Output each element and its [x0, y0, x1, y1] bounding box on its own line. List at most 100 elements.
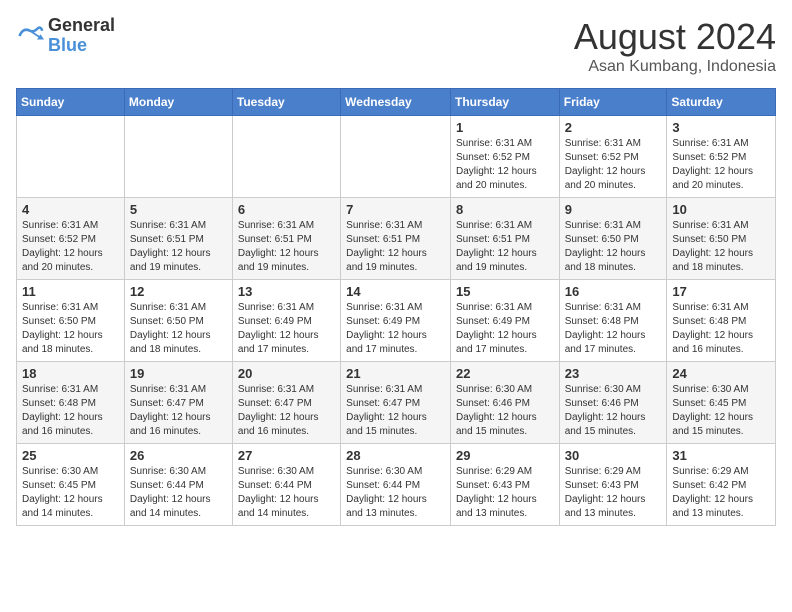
logo-text: General Blue	[48, 16, 115, 56]
logo-icon	[16, 22, 44, 50]
day-of-week-header: Friday	[559, 89, 667, 116]
day-info: Sunrise: 6:31 AM Sunset: 6:50 PM Dayligh…	[672, 219, 770, 275]
day-number: 6	[238, 202, 335, 217]
day-info: Sunrise: 6:31 AM Sunset: 6:52 PM Dayligh…	[22, 219, 119, 275]
day-info: Sunrise: 6:31 AM Sunset: 6:48 PM Dayligh…	[672, 301, 770, 357]
calendar-cell: 30 Sunrise: 6:29 AM Sunset: 6:43 PM Dayli…	[559, 444, 667, 526]
calendar-week-row: 4 Sunrise: 6:31 AM Sunset: 6:52 PM Daylig…	[17, 198, 776, 280]
day-info: Sunrise: 6:30 AM Sunset: 6:44 PM Dayligh…	[346, 465, 445, 521]
day-info: Sunrise: 6:31 AM Sunset: 6:51 PM Dayligh…	[346, 219, 445, 275]
day-number: 12	[130, 284, 227, 299]
day-number: 10	[672, 202, 770, 217]
day-info: Sunrise: 6:30 AM Sunset: 6:44 PM Dayligh…	[238, 465, 335, 521]
day-number: 18	[22, 366, 119, 381]
day-info: Sunrise: 6:31 AM Sunset: 6:49 PM Dayligh…	[346, 301, 445, 357]
calendar-cell: 28 Sunrise: 6:30 AM Sunset: 6:44 PM Dayli…	[341, 444, 451, 526]
day-number: 27	[238, 448, 335, 463]
day-number: 26	[130, 448, 227, 463]
calendar-body: 1 Sunrise: 6:31 AM Sunset: 6:52 PM Daylig…	[17, 116, 776, 526]
day-number: 7	[346, 202, 445, 217]
calendar-cell: 12 Sunrise: 6:31 AM Sunset: 6:50 PM Dayli…	[124, 280, 232, 362]
logo-blue: Blue	[48, 36, 115, 56]
calendar-cell	[124, 116, 232, 198]
title-block: August 2024 Asan Kumbang, Indonesia	[574, 16, 776, 76]
day-info: Sunrise: 6:31 AM Sunset: 6:47 PM Dayligh…	[346, 383, 445, 439]
day-number: 17	[672, 284, 770, 299]
calendar-cell	[232, 116, 340, 198]
day-of-week-header: Monday	[124, 89, 232, 116]
day-number: 19	[130, 366, 227, 381]
page-header: General Blue August 2024 Asan Kumbang, I…	[16, 16, 776, 76]
location: Asan Kumbang, Indonesia	[574, 58, 776, 76]
day-of-week-header: Sunday	[17, 89, 125, 116]
day-info: Sunrise: 6:31 AM Sunset: 6:49 PM Dayligh…	[456, 301, 554, 357]
day-info: Sunrise: 6:31 AM Sunset: 6:50 PM Dayligh…	[22, 301, 119, 357]
month-year: August 2024	[574, 16, 776, 58]
calendar-week-row: 18Sunrise: 6:31 AM Sunset: 6:48 PM Dayli…	[17, 362, 776, 444]
calendar-cell: 6 Sunrise: 6:31 AM Sunset: 6:51 PM Daylig…	[232, 198, 340, 280]
calendar-cell: 25 Sunrise: 6:30 AM Sunset: 6:45 PM Dayli…	[17, 444, 125, 526]
day-info: Sunrise: 6:29 AM Sunset: 6:43 PM Dayligh…	[565, 465, 662, 521]
day-number: 24	[672, 366, 770, 381]
day-number: 23	[565, 366, 662, 381]
day-info: Sunrise: 6:30 AM Sunset: 6:46 PM Dayligh…	[565, 383, 662, 439]
calendar-cell: 29Sunrise: 6:29 AM Sunset: 6:43 PM Dayli…	[450, 444, 559, 526]
calendar-cell: 15 Sunrise: 6:31 AM Sunset: 6:49 PM Dayli…	[450, 280, 559, 362]
calendar-cell: 7 Sunrise: 6:31 AM Sunset: 6:51 PM Daylig…	[341, 198, 451, 280]
day-number: 5	[130, 202, 227, 217]
calendar-cell: 20Sunrise: 6:31 AM Sunset: 6:47 PM Dayli…	[232, 362, 340, 444]
calendar-cell: 13Sunrise: 6:31 AM Sunset: 6:49 PM Dayli…	[232, 280, 340, 362]
day-number: 1	[456, 120, 554, 135]
header-row: SundayMondayTuesdayWednesdayThursdayFrid…	[17, 89, 776, 116]
day-number: 31	[672, 448, 770, 463]
day-number: 8	[456, 202, 554, 217]
day-number: 28	[346, 448, 445, 463]
day-info: Sunrise: 6:31 AM Sunset: 6:52 PM Dayligh…	[456, 137, 554, 193]
calendar-cell: 10 Sunrise: 6:31 AM Sunset: 6:50 PM Dayli…	[667, 198, 776, 280]
day-number: 25	[22, 448, 119, 463]
day-info: Sunrise: 6:30 AM Sunset: 6:46 PM Dayligh…	[456, 383, 554, 439]
calendar-cell	[341, 116, 451, 198]
day-of-week-header: Wednesday	[341, 89, 451, 116]
day-number: 2	[565, 120, 662, 135]
day-info: Sunrise: 6:31 AM Sunset: 6:52 PM Dayligh…	[672, 137, 770, 193]
logo-general: General	[48, 16, 115, 36]
day-info: Sunrise: 6:30 AM Sunset: 6:44 PM Dayligh…	[130, 465, 227, 521]
calendar-cell: 9Sunrise: 6:31 AM Sunset: 6:50 PM Daylig…	[559, 198, 667, 280]
calendar-cell: 17 Sunrise: 6:31 AM Sunset: 6:48 PM Dayli…	[667, 280, 776, 362]
day-info: Sunrise: 6:30 AM Sunset: 6:45 PM Dayligh…	[22, 465, 119, 521]
calendar-week-row: 1 Sunrise: 6:31 AM Sunset: 6:52 PM Daylig…	[17, 116, 776, 198]
day-info: Sunrise: 6:31 AM Sunset: 6:50 PM Dayligh…	[130, 301, 227, 357]
day-info: Sunrise: 6:29 AM Sunset: 6:43 PM Dayligh…	[456, 465, 554, 521]
calendar-cell: 1 Sunrise: 6:31 AM Sunset: 6:52 PM Daylig…	[450, 116, 559, 198]
calendar-cell: 11Sunrise: 6:31 AM Sunset: 6:50 PM Dayli…	[17, 280, 125, 362]
calendar-cell: 5Sunrise: 6:31 AM Sunset: 6:51 PM Daylig…	[124, 198, 232, 280]
day-number: 30	[565, 448, 662, 463]
day-number: 20	[238, 366, 335, 381]
calendar-cell: 2 Sunrise: 6:31 AM Sunset: 6:52 PM Daylig…	[559, 116, 667, 198]
calendar-cell: 26 Sunrise: 6:30 AM Sunset: 6:44 PM Dayli…	[124, 444, 232, 526]
calendar-week-row: 25 Sunrise: 6:30 AM Sunset: 6:45 PM Dayli…	[17, 444, 776, 526]
calendar-cell: 8Sunrise: 6:31 AM Sunset: 6:51 PM Daylig…	[450, 198, 559, 280]
calendar-table: SundayMondayTuesdayWednesdayThursdayFrid…	[16, 88, 776, 526]
day-info: Sunrise: 6:29 AM Sunset: 6:42 PM Dayligh…	[672, 465, 770, 521]
calendar-cell: 16Sunrise: 6:31 AM Sunset: 6:48 PM Dayli…	[559, 280, 667, 362]
day-info: Sunrise: 6:31 AM Sunset: 6:48 PM Dayligh…	[565, 301, 662, 357]
day-number: 4	[22, 202, 119, 217]
calendar-header: SundayMondayTuesdayWednesdayThursdayFrid…	[17, 89, 776, 116]
calendar-cell: 4 Sunrise: 6:31 AM Sunset: 6:52 PM Daylig…	[17, 198, 125, 280]
calendar-cell: 19 Sunrise: 6:31 AM Sunset: 6:47 PM Dayli…	[124, 362, 232, 444]
day-info: Sunrise: 6:31 AM Sunset: 6:52 PM Dayligh…	[565, 137, 662, 193]
calendar-cell: 24 Sunrise: 6:30 AM Sunset: 6:45 PM Dayli…	[667, 362, 776, 444]
day-info: Sunrise: 6:30 AM Sunset: 6:45 PM Dayligh…	[672, 383, 770, 439]
logo: General Blue	[16, 16, 115, 56]
day-number: 15	[456, 284, 554, 299]
day-info: Sunrise: 6:31 AM Sunset: 6:51 PM Dayligh…	[238, 219, 335, 275]
day-of-week-header: Thursday	[450, 89, 559, 116]
day-info: Sunrise: 6:31 AM Sunset: 6:47 PM Dayligh…	[130, 383, 227, 439]
day-number: 22	[456, 366, 554, 381]
calendar-cell: 14Sunrise: 6:31 AM Sunset: 6:49 PM Dayli…	[341, 280, 451, 362]
calendar-cell: 3Sunrise: 6:31 AM Sunset: 6:52 PM Daylig…	[667, 116, 776, 198]
day-of-week-header: Tuesday	[232, 89, 340, 116]
day-of-week-header: Saturday	[667, 89, 776, 116]
